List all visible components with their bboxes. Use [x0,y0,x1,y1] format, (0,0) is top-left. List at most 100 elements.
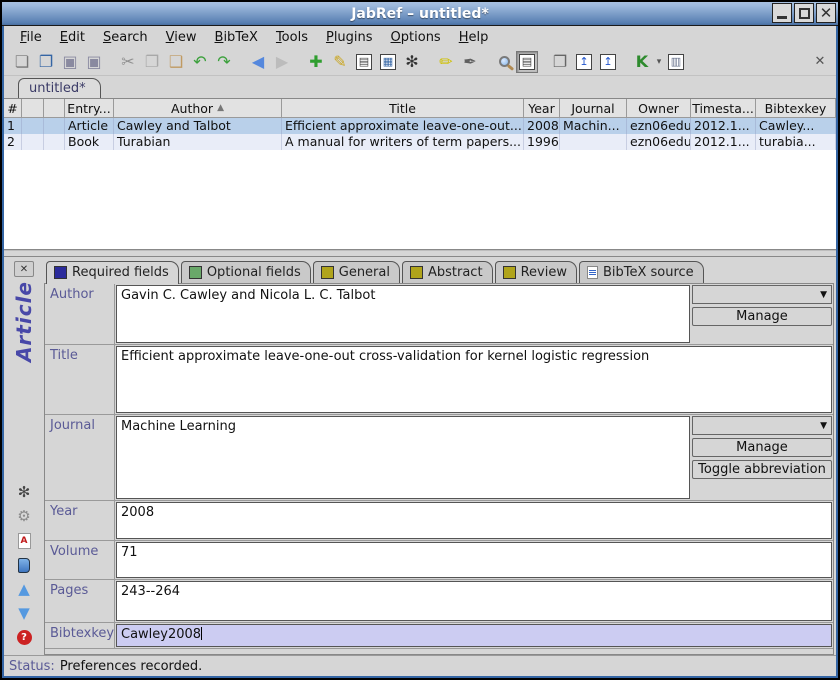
duplicate-entry-icon[interactable]: ❐ [548,50,572,74]
open-database-icon[interactable]: ❐ [34,50,58,74]
search-icon[interactable] [492,50,516,74]
new-entry-icon[interactable]: ✚ [304,50,328,74]
field-input-bibtexkey[interactable]: Cawley2008 [116,624,832,647]
journal-toggle-abbreviation-button[interactable]: Toggle abbreviation [692,460,832,479]
import-into-new-icon[interactable]: ↥ [596,50,620,74]
menu-search[interactable]: Search [95,28,156,47]
column-header-blank-2[interactable] [44,99,65,117]
toolbar-close-button[interactable]: ✕ [810,54,830,69]
entry-editor-main: Required fieldsOptional fieldsGeneralAbs… [44,257,836,655]
unmark-entries-icon[interactable]: ✒ [458,50,482,74]
field-row-bibtexkey: BibtexkeyCawley2008 [45,623,833,649]
undo-icon[interactable]: ↶ [188,50,212,74]
toolbar: ❏❐▣▣✂❐❑↶↷◀▶✚✎▤▦✻✏✒▤❐↥↥K▾▥✕ [4,48,836,76]
column-header--[interactable]: # [4,99,22,117]
window-frame: FileEditSearchViewBibTeXToolsPluginsOpti… [2,26,838,678]
new-database-icon[interactable]: ❏ [10,50,34,74]
column-header-owner[interactable]: Owner [627,99,691,117]
help-icon[interactable]: ? [17,630,32,645]
tab-abstract[interactable]: Abstract [402,261,493,283]
field-input-title[interactable]: Efficient approximate leave-one-out cros… [116,346,832,413]
column-header-year[interactable]: Year [524,99,560,117]
menu-help[interactable]: Help [451,28,497,47]
menu-edit[interactable]: Edit [52,28,93,47]
redo-icon[interactable]: ↷ [212,50,236,74]
entry-type-label: Article [12,281,36,362]
journal-dropdown[interactable]: ▼ [692,416,832,435]
entry-editor: ✕ Article ✻ ⚙ A ▲ ▼? Required fieldsOptional… [4,256,836,655]
menu-view[interactable]: View [158,28,205,47]
tab-bibtex-source[interactable]: BibTeX source [579,261,704,283]
journal-manage-button[interactable]: Manage [692,438,832,457]
pdf-icon[interactable]: A [18,533,31,549]
paste-icon[interactable]: ❑ [164,50,188,74]
menu-options[interactable]: Options [383,28,449,47]
cell: turabia... [756,134,836,150]
database-tab[interactable]: untitled* [18,78,101,98]
cut-icon[interactable]: ✂ [116,50,140,74]
save-database-icon[interactable]: ▣ [58,50,82,74]
tab-required-fields[interactable]: Required fields [46,261,179,284]
column-header-entry-[interactable]: Entry... [65,99,114,117]
lyx-push-icon[interactable]: K [630,50,654,74]
field-input-author[interactable]: Gavin C. Cawley and Nicola L. C. Talbot [116,285,690,343]
menu-file[interactable]: File [12,28,50,47]
tab-optional-fields[interactable]: Optional fields [181,261,311,283]
column-header-bibtexkey[interactable]: Bibtexkey [756,99,836,117]
table-row[interactable]: 1ArticleCawley and TalbotEfficient appro… [4,118,836,134]
field-input-volume[interactable]: 71 [116,542,832,578]
save-all-icon[interactable]: ▣ [82,50,106,74]
entry-table: # Entry...Author▲TitleYearJournalOwnerTim… [4,98,836,250]
menu-bibtex[interactable]: BibTeX [207,28,266,47]
edit-entry-icon[interactable]: ✎ [328,50,352,74]
maximize-button[interactable] [794,3,814,23]
push-to-app-icon[interactable]: ▥ [664,50,688,74]
previous-entry-icon[interactable]: ▲ [18,582,30,597]
author-dropdown[interactable]: ▼ [692,285,832,304]
forward-icon[interactable]: ▶ [270,50,294,74]
minimize-button[interactable] [772,3,792,23]
toggle-preview-icon[interactable]: ▤ [516,51,538,73]
column-header-blank-1[interactable] [22,99,44,117]
wizard-icon[interactable]: ✻ [400,50,424,74]
open-file-icon[interactable] [18,558,30,573]
edit-preamble-icon[interactable]: ▦ [376,50,400,74]
column-header-author[interactable]: Author▲ [114,99,282,117]
field-label-author: Author [45,284,115,344]
cell: ezn06edu [627,134,691,150]
field-input-pages[interactable]: 243--264 [116,581,832,621]
mark-entries-icon[interactable]: ✏ [434,50,458,74]
cell: 2008 [524,118,560,134]
copy-icon[interactable]: ❐ [140,50,164,74]
field-label-pages: Pages [45,580,115,622]
jabref-window: JabRef – untitled* ✕ FileEditSearchViewB… [0,0,840,680]
table-row[interactable]: 2BookTurabianA manual for writers of ter… [4,134,836,150]
column-header-timesta-[interactable]: Timesta... [691,99,756,117]
editor-sidebar-icons: ✻ ⚙ A ▲ ▼? [17,485,32,655]
field-input-year[interactable]: 2008 [116,502,832,539]
field-label-year: Year [45,501,115,540]
tab-review[interactable]: Review [495,261,577,283]
cell: Turabian [114,134,282,150]
column-header-title[interactable]: Title [282,99,524,117]
field-controls-journal: ▼ Manage Toggle abbreviation [691,415,833,500]
autogenerate-wand-icon[interactable]: ✻ [18,485,31,500]
edit-strings-icon[interactable]: ▤ [352,50,376,74]
titlebar[interactable]: JabRef – untitled* ✕ [2,2,838,26]
field-input-journal[interactable]: Machine Learning [116,416,690,499]
push-dropdown-icon[interactable]: ▾ [654,50,664,74]
tab-general[interactable]: General [313,261,400,283]
cell [44,118,65,134]
next-entry-icon[interactable]: ▼ [18,606,30,621]
menu-tools[interactable]: Tools [268,28,316,47]
author-manage-button[interactable]: Manage [692,307,832,326]
entry-editor-sidebar: ✕ Article ✻ ⚙ A ▲ ▼? [4,257,44,655]
import-into-current-icon[interactable]: ↥ [572,50,596,74]
close-button[interactable]: ✕ [816,3,836,23]
column-header-journal[interactable]: Journal [560,99,627,117]
back-icon[interactable]: ◀ [246,50,270,74]
editor-close-button[interactable]: ✕ [14,261,34,277]
menu-plugins[interactable]: Plugins [318,28,381,47]
cell: 2 [4,134,22,150]
gear-icon[interactable]: ⚙ [17,509,30,524]
